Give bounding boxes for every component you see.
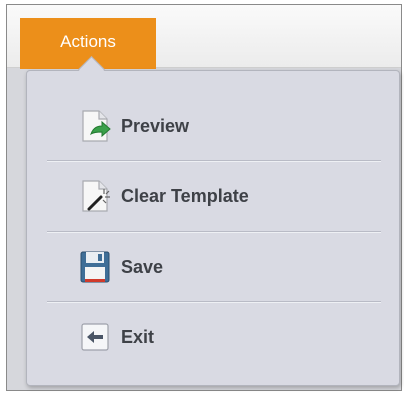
preview-icon: [77, 108, 113, 144]
menu-item-preview[interactable]: Preview: [47, 91, 381, 161]
menu-item-clear-template[interactable]: Clear Template: [47, 161, 381, 231]
actions-button-label: Actions: [60, 31, 116, 51]
menu-item-save-label: Save: [121, 256, 164, 277]
clear-template-icon: [77, 178, 113, 214]
menu-item-save[interactable]: Save: [47, 232, 381, 302]
save-icon: [77, 249, 113, 285]
menu-item-clear-template-label: Clear Template: [121, 185, 249, 206]
menu-item-exit[interactable]: Exit: [47, 302, 381, 372]
menu-item-preview-label: Preview: [121, 115, 190, 136]
actions-menu: Preview Clear Template Save Exit: [26, 70, 400, 386]
exit-icon: [77, 319, 113, 355]
menu-item-exit-label: Exit: [121, 326, 155, 347]
